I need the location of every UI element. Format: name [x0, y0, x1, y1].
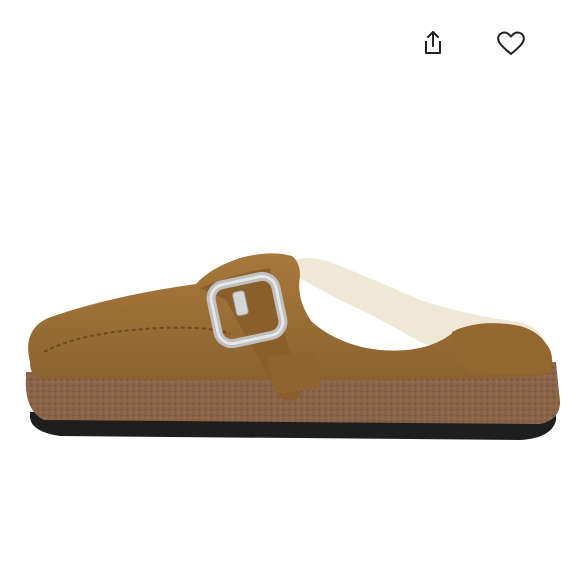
- share-button[interactable]: [416, 28, 450, 62]
- product-screen: [0, 0, 580, 580]
- top-actions: [416, 28, 528, 62]
- shoe-illustration: [25, 253, 561, 440]
- product-image: [0, 150, 580, 470]
- share-icon: [421, 29, 445, 62]
- heart-icon: [496, 30, 526, 61]
- like-button[interactable]: [494, 28, 528, 62]
